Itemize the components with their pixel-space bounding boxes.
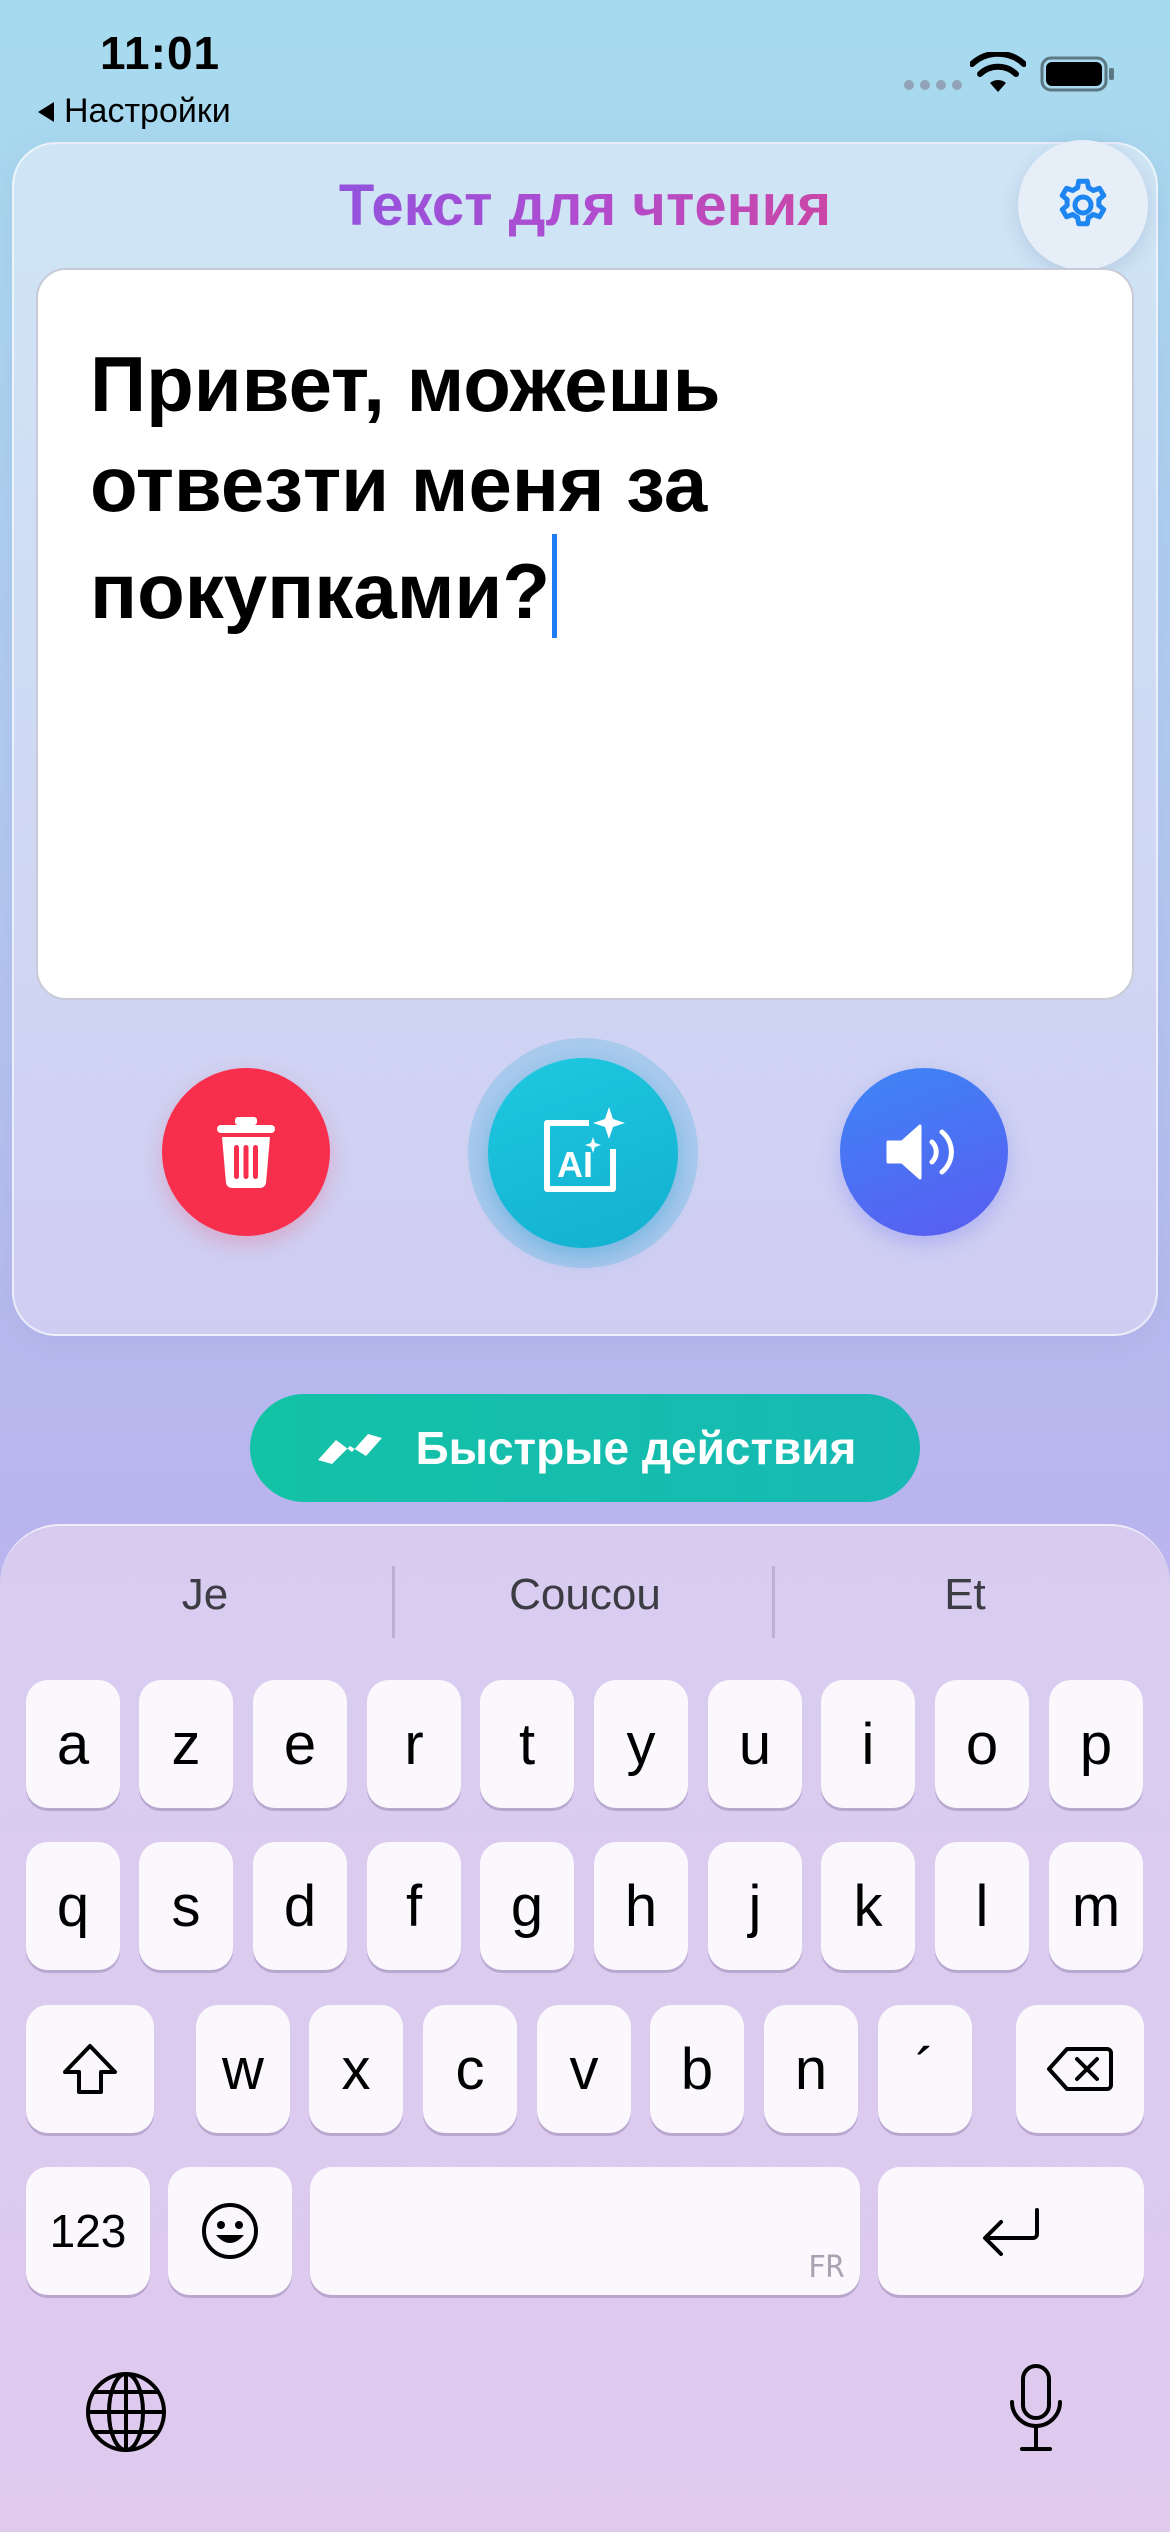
- status-time: 11:01: [100, 27, 221, 79]
- shift-icon: [63, 2044, 117, 2094]
- suggestion-divider: [772, 1566, 775, 1638]
- shift-key[interactable]: [26, 2005, 154, 2133]
- key-l[interactable]: l: [935, 1842, 1029, 1970]
- emoji-key[interactable]: [168, 2167, 292, 2295]
- globe-icon[interactable]: [84, 2370, 168, 2454]
- text-caret: [552, 534, 558, 638]
- trash-icon: [217, 1117, 275, 1189]
- key-i[interactable]: i: [821, 1680, 915, 1808]
- key-h[interactable]: h: [594, 1842, 688, 1970]
- key-u[interactable]: u: [708, 1680, 802, 1808]
- speaker-icon: [886, 1124, 954, 1180]
- key-k[interactable]: k: [821, 1842, 915, 1970]
- clear-text-button[interactable]: [162, 1068, 330, 1236]
- backspace-icon: [1047, 2047, 1113, 2091]
- space-key[interactable]: FR: [310, 2167, 860, 2295]
- suggestion-2[interactable]: Coucou: [430, 1570, 740, 1620]
- settings-button[interactable]: [1018, 140, 1148, 270]
- key-v[interactable]: v: [537, 2005, 631, 2133]
- key-y[interactable]: y: [594, 1680, 688, 1808]
- emoji-icon: [202, 2203, 258, 2259]
- key-r[interactable]: r: [367, 1680, 461, 1808]
- key-c[interactable]: c: [423, 2005, 517, 2133]
- key-b[interactable]: b: [650, 2005, 744, 2133]
- key-p[interactable]: p: [1049, 1680, 1143, 1808]
- microphone-icon[interactable]: [1006, 2362, 1066, 2454]
- wave-icon: [317, 1434, 382, 1464]
- text-content: Привет, можешь отвезти меня за покупками…: [90, 334, 870, 641]
- key-n[interactable]: n: [764, 2005, 858, 2133]
- key-f[interactable]: f: [367, 1842, 461, 1970]
- key-o[interactable]: o: [935, 1680, 1029, 1808]
- return-key[interactable]: [878, 2167, 1144, 2295]
- quick-actions-button[interactable]: Быстрые действия: [250, 1394, 920, 1502]
- svg-text:AI: AI: [557, 1144, 593, 1185]
- ai-button[interactable]: AI: [488, 1058, 678, 1248]
- text-input-area[interactable]: Привет, можешь отвезти меня за покупками…: [36, 268, 1134, 1000]
- back-link-label: Настройки: [64, 92, 231, 130]
- key-t[interactable]: t: [480, 1680, 574, 1808]
- key-q[interactable]: q: [26, 1842, 120, 1970]
- speak-button[interactable]: [840, 1068, 1008, 1236]
- card-title: Текст для чтения: [0, 172, 1170, 239]
- key-s[interactable]: s: [139, 1842, 233, 1970]
- key-x[interactable]: x: [309, 2005, 403, 2133]
- key-d[interactable]: d: [253, 1842, 347, 1970]
- key-g[interactable]: g: [480, 1842, 574, 1970]
- back-arrow-icon: [38, 101, 54, 122]
- quick-actions-label: Быстрые действия: [415, 1422, 857, 1474]
- return-icon: [983, 2208, 1039, 2256]
- suggestion-3[interactable]: Et: [870, 1570, 1060, 1620]
- ai-sparkle-icon: AI: [544, 1107, 625, 1192]
- gear-icon: [1059, 178, 1107, 227]
- key-m[interactable]: m: [1049, 1842, 1143, 1970]
- key-acute[interactable]: ´: [878, 2005, 972, 2133]
- key-z[interactable]: z: [139, 1680, 233, 1808]
- space-language-label: FR: [807, 2250, 844, 2285]
- key-e[interactable]: e: [253, 1680, 347, 1808]
- text-value: Привет, можешь отвезти меня за покупками…: [90, 340, 721, 635]
- key-j[interactable]: j: [708, 1842, 802, 1970]
- back-link[interactable]: Настройки: [38, 92, 231, 131]
- numbers-key[interactable]: 123: [26, 2167, 150, 2295]
- key-w[interactable]: w: [196, 2005, 290, 2133]
- suggestion-1[interactable]: Je: [110, 1570, 300, 1620]
- key-a[interactable]: a: [26, 1680, 120, 1808]
- wifi-icon: [970, 52, 1026, 92]
- delete-key[interactable]: [1016, 2005, 1144, 2133]
- cellular-signal-icon: [904, 80, 962, 90]
- battery-icon: [1040, 56, 1114, 92]
- suggestion-divider: [392, 1566, 395, 1638]
